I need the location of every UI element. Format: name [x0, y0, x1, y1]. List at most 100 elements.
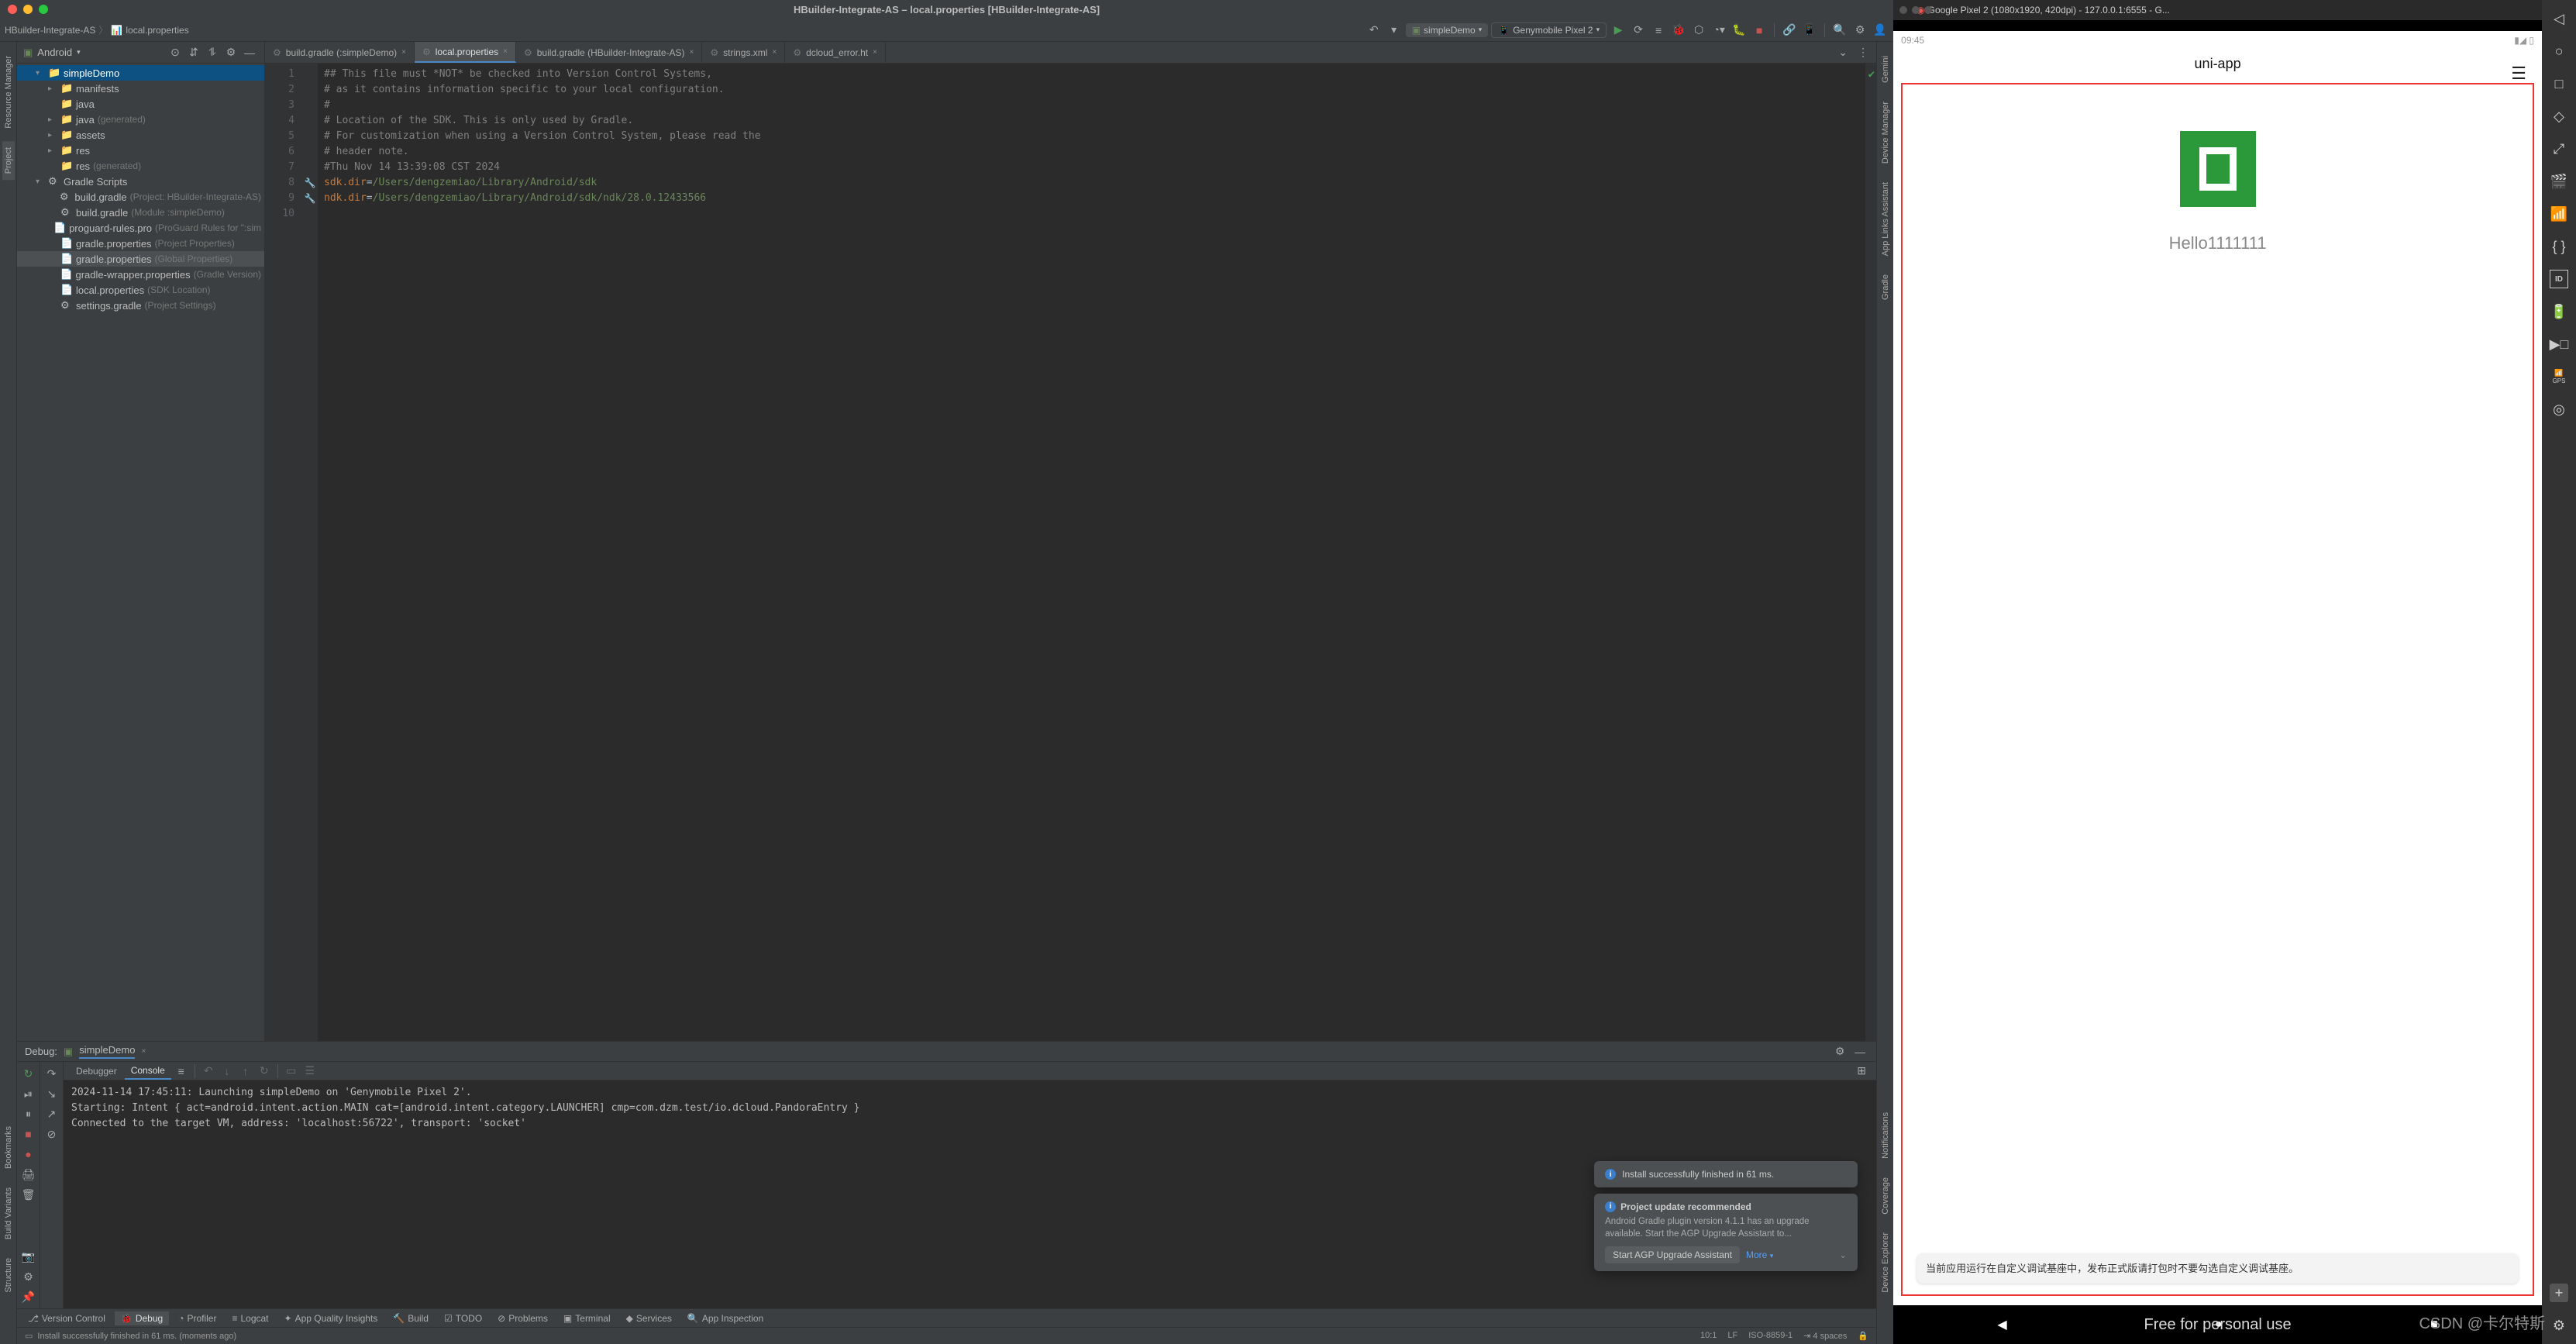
stop-button[interactable]: ■	[1751, 22, 1768, 39]
tree-item[interactable]: 📄 gradle.properties (Global Properties)	[17, 251, 264, 267]
debugger-subtab[interactable]: Debugger	[70, 1063, 123, 1079]
run-button[interactable]: ▶	[1610, 22, 1627, 39]
pause-icon[interactable]: ⏸	[20, 1105, 37, 1122]
app-links-tab[interactable]: App Links Assistant	[1879, 176, 1892, 262]
emu-fullscreen-icon[interactable]: ⤢	[2550, 140, 2568, 158]
device-select[interactable]: 📱 Genymobile Pixel 2 ▾	[1491, 22, 1607, 38]
sync-gradle-icon[interactable]: 🔗	[1781, 22, 1798, 39]
resource-manager-tab[interactable]: Resource Manager	[2, 50, 15, 135]
breadcrumb[interactable]: HBuilder-Integrate-AS 〉 📊 local.properti…	[5, 23, 189, 36]
app-quality-tab[interactable]: ✦ App Quality Insights	[278, 1311, 384, 1325]
notification-update[interactable]: i Project update recommended Android Gra…	[1594, 1194, 1858, 1271]
rerun-icon[interactable]: ↻	[20, 1065, 37, 1082]
run-configuration-select[interactable]: ▣ simpleDemo ▾	[1406, 23, 1489, 37]
bookmarks-tab[interactable]: Bookmarks	[2, 1120, 15, 1175]
debug-hide-icon[interactable]: —	[1851, 1043, 1868, 1060]
tree-item[interactable]: 📄 gradle.properties (Project Properties)	[17, 236, 264, 251]
build-variants-tab[interactable]: Build Variants	[2, 1181, 15, 1246]
emu-minimize-button[interactable]	[1912, 6, 1920, 14]
editor-tab[interactable]: ⚙build.gradle (:simpleDemo)×	[265, 42, 415, 63]
debug-settings-icon[interactable]: ⚙	[1831, 1043, 1848, 1060]
terminal-tab[interactable]: ▣ Terminal	[557, 1311, 617, 1325]
profile-icon[interactable]: ◔▾	[1710, 22, 1727, 39]
tree-item[interactable]: ▸ 📁 manifests	[17, 81, 264, 96]
console-subtab[interactable]: Console	[125, 1063, 171, 1080]
notification-more-link[interactable]: More ▾	[1746, 1249, 1773, 1260]
debug-button[interactable]: 🐞	[1670, 22, 1687, 39]
debug-tab[interactable]: 🐞 Debug	[115, 1311, 169, 1325]
tool-settings-icon[interactable]: ⚙	[20, 1268, 37, 1285]
step-out-icon[interactable]: ↗	[43, 1105, 60, 1122]
project-view-dropdown[interactable]: Android	[37, 47, 72, 58]
panel-settings-icon[interactable]: ⚙	[222, 44, 239, 61]
emu-rotate-icon[interactable]: ◇	[2550, 107, 2568, 126]
console-action-1[interactable]: ↶	[200, 1063, 217, 1080]
emu-add-icon[interactable]: +	[2550, 1284, 2568, 1302]
emu-zoom-button[interactable]	[1924, 6, 1932, 14]
editor-tab[interactable]: ⚙build.gradle (HBuilder-Integrate-AS)×	[516, 42, 702, 63]
expand-all-icon[interactable]: ⇵	[185, 44, 202, 61]
tree-item[interactable]: ▸ 📁 java (generated)	[17, 112, 264, 127]
services-tab[interactable]: ◆ Services	[620, 1311, 678, 1325]
device-explorer-tab[interactable]: Device Explorer	[1879, 1226, 1892, 1299]
tool-windows-icon[interactable]: ▭	[25, 1331, 33, 1341]
tree-item[interactable]: 📁 java	[17, 96, 264, 112]
structure-tab[interactable]: Structure	[2, 1252, 15, 1299]
console-action-2[interactable]: ↓	[219, 1063, 236, 1080]
tree-item[interactable]: 📁 res (generated)	[17, 158, 264, 174]
tree-item[interactable]: 📄 local.properties (SDK Location)	[17, 282, 264, 298]
stop-debug-icon[interactable]: ■	[20, 1125, 37, 1142]
editor-content[interactable]: 12345678910 🔧 🔧 ## This file must *NOT* …	[265, 64, 1876, 1041]
phone-screen[interactable]: ☰ 09:45 ▮◢ ▯ uni-app Hello1111111 当前应用运行…	[1893, 31, 2542, 1305]
tree-item[interactable]: ▾ ⚙ Gradle Scripts	[17, 174, 264, 189]
breadcrumb-project[interactable]: HBuilder-Integrate-AS	[5, 25, 95, 36]
emu-battery-icon[interactable]: 🔋	[2550, 302, 2568, 321]
console-layout-icon[interactable]: ⊞	[1853, 1063, 1870, 1080]
close-tab-icon[interactable]: ×	[772, 48, 777, 57]
step-over-icon[interactable]: ↷	[43, 1065, 60, 1082]
emu-braces-icon[interactable]: { }	[2550, 237, 2568, 256]
project-tree[interactable]: ▾ 📁 simpleDemo ▸ 📁 manifests 📁 java ▸ 📁 …	[17, 64, 264, 1041]
tree-item[interactable]: ⚙ build.gradle (Module :simpleDemo)	[17, 205, 264, 220]
editor-tabs[interactable]: ⚙build.gradle (:simpleDemo)×⚙local.prope…	[265, 42, 1876, 64]
build-tab[interactable]: 🔨 Build	[387, 1311, 435, 1325]
mute-bp-icon[interactable]: ⊘	[43, 1125, 60, 1142]
nav-recents-button[interactable]: ■	[2430, 1318, 2438, 1332]
chevron-down-icon[interactable]: ⌄	[1839, 1249, 1847, 1260]
emu-recents-icon[interactable]: □	[2550, 74, 2568, 93]
tree-item[interactable]: ▸ 📁 assets	[17, 127, 264, 143]
app-inspection-tab[interactable]: 🔍 App Inspection	[681, 1311, 770, 1325]
pin-icon[interactable]: 📌	[20, 1288, 37, 1305]
apply-changes-icon[interactable]: ⟳	[1630, 22, 1647, 39]
emu-home-icon[interactable]: ○	[2550, 42, 2568, 60]
tree-item[interactable]: ⚙ build.gradle (Project: HBuilder-Integr…	[17, 189, 264, 205]
logcat-tab[interactable]: ≡ Logcat	[226, 1311, 274, 1325]
tree-item[interactable]: ▾ 📁 simpleDemo	[17, 65, 264, 81]
emu-id-icon[interactable]: ID	[2550, 270, 2568, 288]
step-into-icon[interactable]: ↘	[43, 1085, 60, 1102]
notifications-tab[interactable]: Notifications	[1879, 1106, 1892, 1165]
device-manager-icon[interactable]: 📱	[1801, 22, 1818, 39]
editor-tab[interactable]: ⚙local.properties×	[415, 42, 516, 63]
hide-panel-icon[interactable]: —	[241, 44, 258, 61]
breadcrumb-file[interactable]: local.properties	[126, 25, 188, 36]
start-agp-upgrade-button[interactable]: Start AGP Upgrade Assistant	[1605, 1246, 1740, 1263]
tree-item[interactable]: 📄 gradle-wrapper.properties (Gradle Vers…	[17, 267, 264, 282]
gemini-tab[interactable]: Gemini	[1879, 50, 1892, 89]
gradle-tab[interactable]: Gradle	[1879, 268, 1892, 306]
emu-settings-icon[interactable]: ⚙	[2550, 1316, 2568, 1335]
emu-record-icon[interactable]: 🎬	[2550, 172, 2568, 191]
tabs-dropdown-icon[interactable]: ⌄	[1834, 44, 1851, 61]
editor-tab[interactable]: ⚙dcloud_error.ht×	[785, 42, 886, 63]
device-manager-tab[interactable]: Device Manager	[1879, 95, 1892, 170]
notification-install[interactable]: i Install successfully finished in 61 ms…	[1594, 1161, 1858, 1187]
camera-icon[interactable]: 📷	[20, 1248, 37, 1265]
resume-icon[interactable]: ⏯	[20, 1085, 37, 1102]
close-tab-icon[interactable]: ×	[873, 48, 877, 57]
tabs-more-icon[interactable]: ⋮	[1855, 44, 1872, 61]
account-icon[interactable]: 👤	[1872, 22, 1889, 39]
emu-gps-icon[interactable]: 📶GPS	[2550, 367, 2568, 386]
settings-icon[interactable]: ⚙	[1851, 22, 1868, 39]
emu-close-button[interactable]	[1899, 6, 1907, 14]
indent-widget[interactable]: ⇥ 4 spaces	[1803, 1331, 1847, 1341]
